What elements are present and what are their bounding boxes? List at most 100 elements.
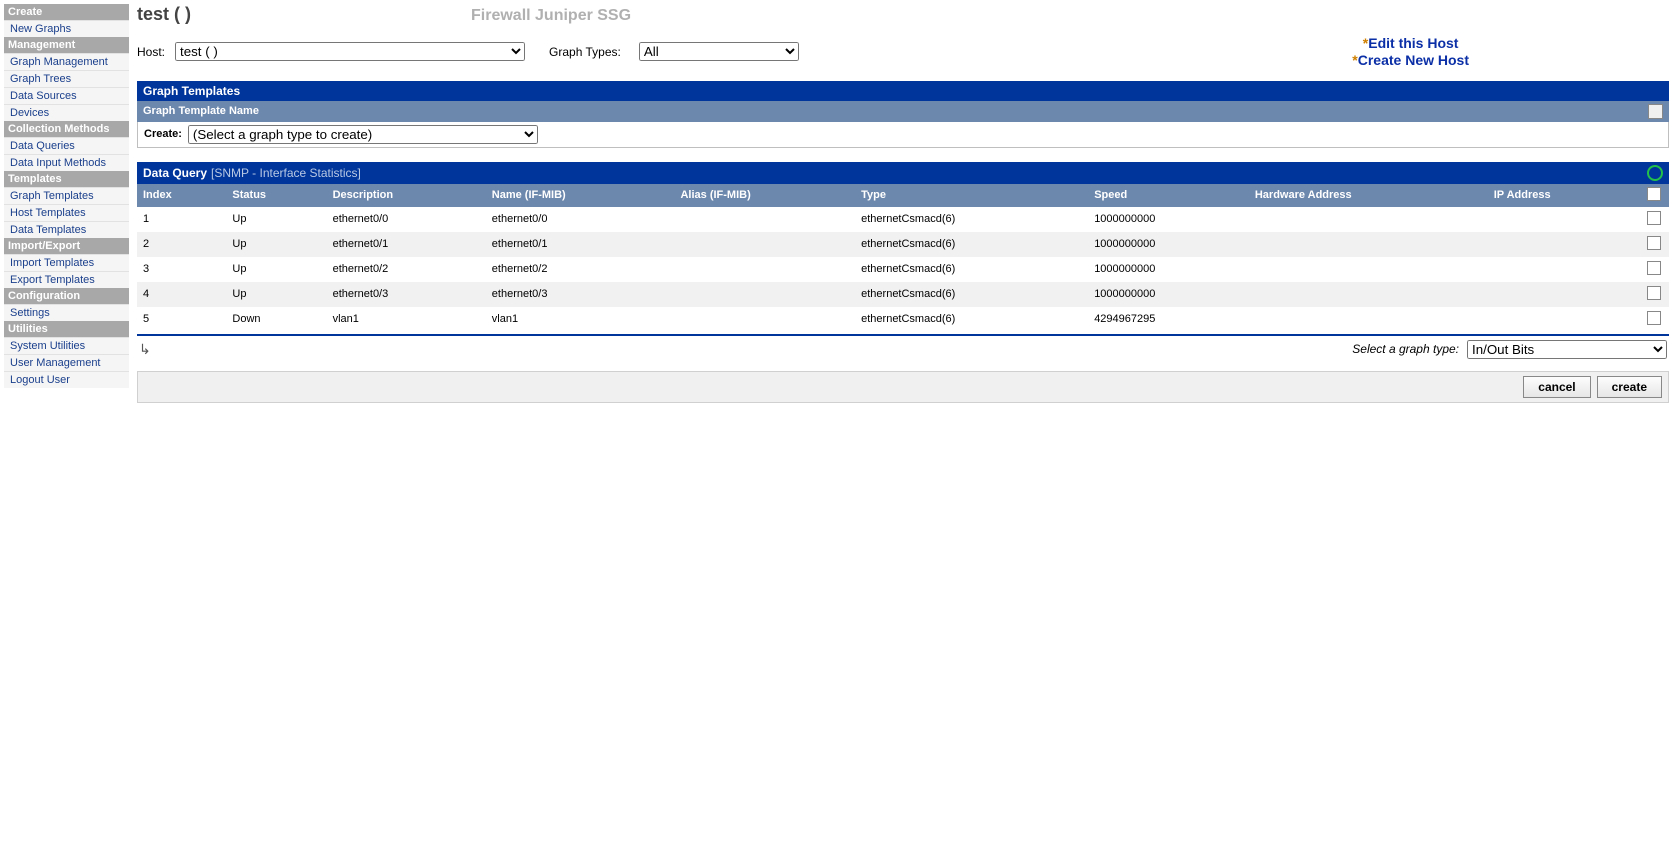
- table-cell: ethernetCsmacd(6): [855, 307, 1088, 332]
- sidebar-section: Collection Methods: [4, 121, 129, 137]
- table-header[interactable]: Speed: [1088, 184, 1249, 207]
- table-cell: [674, 207, 855, 232]
- table-header[interactable]: Hardware Address: [1249, 184, 1488, 207]
- graph-type-select-label: Select a graph type:: [1352, 342, 1459, 356]
- sidebar-item[interactable]: Import Templates: [4, 254, 129, 271]
- graph-templates-bar: Graph Templates: [137, 81, 1669, 101]
- table-cell: Up: [226, 232, 326, 257]
- graph-type-select[interactable]: In/Out Bits: [1467, 340, 1667, 359]
- row-checkbox[interactable]: [1639, 307, 1669, 332]
- sidebar-section: Utilities: [4, 321, 129, 337]
- edit-host-link[interactable]: Edit this Host: [1368, 35, 1458, 51]
- sidebar-item[interactable]: System Utilities: [4, 337, 129, 354]
- table-cell: [1249, 232, 1488, 257]
- arrow-down-right-icon: ↳: [139, 341, 151, 358]
- sidebar-section: Create: [4, 4, 129, 20]
- row-checkbox[interactable]: [1639, 257, 1669, 282]
- table-cell: 4294967295: [1088, 307, 1249, 332]
- graph-types-label: Graph Types:: [549, 45, 621, 59]
- sidebar-item[interactable]: Graph Management: [4, 53, 129, 70]
- host-select[interactable]: test ( ): [175, 42, 525, 61]
- row-checkbox[interactable]: [1639, 282, 1669, 307]
- table-header[interactable]: Alias (IF-MIB): [674, 184, 855, 207]
- table-cell: [674, 257, 855, 282]
- sidebar-section: Configuration: [4, 288, 129, 304]
- sidebar-item[interactable]: User Management: [4, 354, 129, 371]
- table-header[interactable]: Name (IF-MIB): [486, 184, 675, 207]
- table-cell: ethernetCsmacd(6): [855, 207, 1088, 232]
- table-cell: [1249, 257, 1488, 282]
- table-cell: [674, 282, 855, 307]
- table-header[interactable]: Description: [327, 184, 486, 207]
- sidebar-item[interactable]: Logout User: [4, 371, 129, 388]
- sidebar-item[interactable]: New Graphs: [4, 20, 129, 37]
- page-subtitle: Firewall Juniper SSG: [471, 7, 631, 25]
- table-cell: ethernetCsmacd(6): [855, 282, 1088, 307]
- table-cell: Up: [226, 207, 326, 232]
- graph-types-select[interactable]: All: [639, 42, 799, 61]
- table-cell: 1000000000: [1088, 257, 1249, 282]
- sidebar-item[interactable]: Data Queries: [4, 137, 129, 154]
- table-cell: vlan1: [486, 307, 675, 332]
- table-header[interactable]: Type: [855, 184, 1088, 207]
- table-cell: ethernetCsmacd(6): [855, 257, 1088, 282]
- table-row[interactable]: 3Upethernet0/2ethernet0/2ethernetCsmacd(…: [137, 257, 1669, 282]
- table-footer: ↳ Select a graph type: In/Out Bits: [137, 334, 1669, 361]
- table-cell: 5: [137, 307, 226, 332]
- sidebar-item[interactable]: Devices: [4, 104, 129, 121]
- sidebar-item[interactable]: Data Input Methods: [4, 154, 129, 171]
- row-checkbox[interactable]: [1639, 207, 1669, 232]
- table-cell: [674, 232, 855, 257]
- sidebar-section: Management: [4, 37, 129, 53]
- reload-icon[interactable]: [1647, 165, 1663, 181]
- sidebar: CreateNew GraphsManagementGraph Manageme…: [4, 4, 129, 388]
- create-button[interactable]: create: [1597, 376, 1662, 398]
- sidebar-item[interactable]: Host Templates: [4, 204, 129, 221]
- table-cell: [674, 307, 855, 332]
- table-cell: [1488, 207, 1639, 232]
- table-cell: ethernet0/2: [486, 257, 675, 282]
- table-row[interactable]: 5Downvlan1vlan1ethernetCsmacd(6)42949672…: [137, 307, 1669, 332]
- cancel-button[interactable]: cancel: [1523, 376, 1590, 398]
- host-links: *Edit this Host *Create New Host: [1352, 35, 1669, 69]
- table-cell: 1: [137, 207, 226, 232]
- select-all-checkbox[interactable]: [1639, 184, 1669, 207]
- table-cell: [1249, 282, 1488, 307]
- table-cell: [1249, 307, 1488, 332]
- graph-template-name-label: Graph Template Name: [143, 105, 259, 117]
- table-cell: [1249, 207, 1488, 232]
- sidebar-item[interactable]: Data Templates: [4, 221, 129, 238]
- table-row[interactable]: 4Upethernet0/3ethernet0/3ethernetCsmacd(…: [137, 282, 1669, 307]
- table-header[interactable]: Index: [137, 184, 226, 207]
- table-row[interactable]: 1Upethernet0/0ethernet0/0ethernetCsmacd(…: [137, 207, 1669, 232]
- table-cell: ethernet0/0: [486, 207, 675, 232]
- table-cell: ethernet0/3: [486, 282, 675, 307]
- host-label: Host:: [137, 45, 165, 59]
- sidebar-section: Templates: [4, 171, 129, 187]
- table-header[interactable]: Status: [226, 184, 326, 207]
- sidebar-item[interactable]: Settings: [4, 304, 129, 321]
- table-cell: 1000000000: [1088, 207, 1249, 232]
- sidebar-item[interactable]: Data Sources: [4, 87, 129, 104]
- table-cell: vlan1: [327, 307, 486, 332]
- graph-templates-subbar: Graph Template Name: [137, 101, 1669, 122]
- create-template-select[interactable]: (Select a graph type to create): [188, 125, 538, 144]
- sidebar-item[interactable]: Export Templates: [4, 271, 129, 288]
- table-cell: 3: [137, 257, 226, 282]
- create-label: Create:: [144, 128, 182, 140]
- sidebar-item[interactable]: Graph Templates: [4, 187, 129, 204]
- filter-row: Host: test ( ) Graph Types: All *Edit th…: [137, 35, 1669, 69]
- table-header[interactable]: IP Address: [1488, 184, 1639, 207]
- table-cell: ethernet0/0: [327, 207, 486, 232]
- main-panel: test ( ) Firewall Juniper SSG Host: test…: [137, 4, 1669, 403]
- select-all-templates-checkbox[interactable]: [1648, 104, 1663, 119]
- table-cell: ethernet0/2: [327, 257, 486, 282]
- title-row: test ( ) Firewall Juniper SSG: [137, 4, 1669, 25]
- data-query-sub: [SNMP - Interface Statistics]: [211, 166, 361, 180]
- interface-table: IndexStatusDescriptionName (IF-MIB)Alias…: [137, 184, 1669, 332]
- sidebar-section: Import/Export: [4, 238, 129, 254]
- table-row[interactable]: 2Upethernet0/1ethernet0/1ethernetCsmacd(…: [137, 232, 1669, 257]
- sidebar-item[interactable]: Graph Trees: [4, 70, 129, 87]
- row-checkbox[interactable]: [1639, 232, 1669, 257]
- create-host-link[interactable]: Create New Host: [1358, 52, 1469, 68]
